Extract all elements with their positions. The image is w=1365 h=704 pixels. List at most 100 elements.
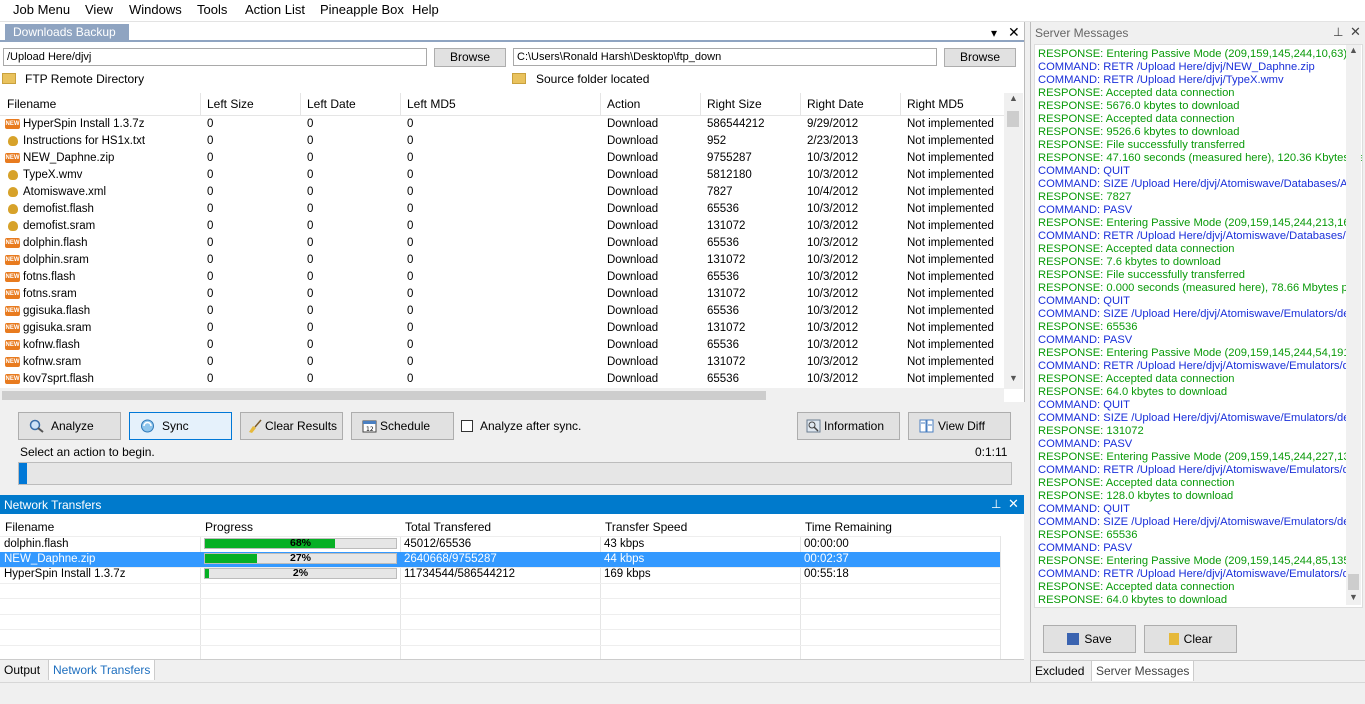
nt-col-total[interactable]: Total Transfered xyxy=(405,520,491,534)
transfer-remaining: 00:00:00 xyxy=(804,538,849,550)
table-row[interactable]: NEW kofnw.sram 0 0 0 Download 131072 10/3/2012 N… xyxy=(0,354,1004,371)
cell-ls: 0 xyxy=(207,169,214,181)
col-left-md5[interactable]: Left MD5 xyxy=(407,97,456,111)
scroll-down-icon[interactable]: ▼ xyxy=(1349,592,1358,602)
pin-icon[interactable]: ⊥ xyxy=(991,497,1001,511)
pineapple-icon xyxy=(8,187,18,197)
sync-button[interactable]: Sync xyxy=(129,412,232,440)
scroll-thumb[interactable] xyxy=(1007,111,1019,127)
pin-icon[interactable]: ⊥ xyxy=(1333,25,1343,39)
table-row[interactable]: TypeX.wmv 0 0 0 Download 5812180 10/3/2012 Not … xyxy=(0,167,1004,184)
new-file-icon: NEW xyxy=(5,272,20,282)
table-row[interactable]: NEW ggisuka.sram 0 0 0 Download 131072 10/3/201… xyxy=(0,320,1004,337)
table-row[interactable]: NEW ggisuka.flash 0 0 0 Download 65536 10/3/201… xyxy=(0,303,1004,320)
close-icon[interactable]: ✕ xyxy=(1350,24,1361,40)
log-response-line: RESPONSE: 65536 xyxy=(1038,529,1138,541)
local-browse-button[interactable]: Browse xyxy=(944,48,1016,67)
scroll-thumb[interactable] xyxy=(1348,574,1359,590)
table-row[interactable]: NEW fotns.sram 0 0 0 Download 131072 10/3/2012 N… xyxy=(0,286,1004,303)
cell-rd: 10/3/2012 xyxy=(807,203,859,215)
table-row[interactable]: NEW NEW_Daphne.zip 0 0 0 Download 9755287 10/3/… xyxy=(0,150,1004,167)
cell-ls: 0 xyxy=(207,271,214,283)
server-messages-title: Server Messages xyxy=(1035,26,1129,40)
col-filename[interactable]: Filename xyxy=(7,97,56,111)
tab-server-messages[interactable]: Server Messages xyxy=(1091,661,1195,681)
col-left-size[interactable]: Left Size xyxy=(207,97,254,111)
tab-output[interactable]: Output xyxy=(0,660,44,680)
transfer-row[interactable]: HyperSpin Install 1.3.7z 2% 11734544/58654… xyxy=(0,567,1000,582)
table-row[interactable]: demofist.sram 0 0 0 Download 131072 10/3/2012 N… xyxy=(0,218,1004,235)
menu-view[interactable]: View xyxy=(85,2,113,17)
col-right-md5[interactable]: Right MD5 xyxy=(907,97,964,111)
menu-help[interactable]: Help xyxy=(412,2,439,17)
new-file-icon: NEW xyxy=(5,238,20,248)
network-transfers-title: Network Transfers xyxy=(4,498,102,512)
cell-lm: 0 xyxy=(407,305,414,317)
table-row[interactable]: NEW HyperSpin Install 1.3.7z 0 0 0 Download 58… xyxy=(0,116,1004,133)
col-left-date[interactable]: Left Date xyxy=(307,97,356,111)
log-scrollbar[interactable]: ▲ ▼ xyxy=(1346,45,1361,605)
cell-lm: 0 xyxy=(407,237,414,249)
transfer-total: 11734544/586544212 xyxy=(404,568,516,580)
table-row[interactable]: NEW fotns.flash 0 0 0 Download 65536 10/3/2012 N… xyxy=(0,269,1004,286)
schedule-button[interactable]: 12 Schedule xyxy=(351,412,454,440)
information-button[interactable]: Information xyxy=(797,412,900,440)
local-path-input[interactable] xyxy=(513,48,937,66)
cell-name: ggisuka.sram xyxy=(23,322,92,334)
cell-ld: 0 xyxy=(307,169,314,181)
remote-path-input[interactable] xyxy=(3,48,427,66)
table-row[interactable]: NEW kofnw.flash 0 0 0 Download 65536 10/3/2012 N… xyxy=(0,337,1004,354)
server-log[interactable]: RESPONSE: Entering Passive Mode (209,159… xyxy=(1034,44,1363,608)
menu-job[interactable]: Job Menu xyxy=(13,2,70,17)
col-right-size[interactable]: Right Size xyxy=(707,97,762,111)
cell-rs: 65536 xyxy=(707,271,739,283)
elapsed-time: 0:1:11 xyxy=(975,445,1008,459)
tab-network-transfers[interactable]: Network Transfers xyxy=(48,660,156,680)
menu-tools[interactable]: Tools xyxy=(197,2,227,17)
nt-col-speed[interactable]: Transfer Speed xyxy=(605,520,687,534)
col-right-date[interactable]: Right Date xyxy=(807,97,864,111)
hscroll-thumb[interactable] xyxy=(2,391,766,400)
cell-rs: 952 xyxy=(707,135,727,147)
col-action[interactable]: Action xyxy=(607,97,640,111)
clear-results-button[interactable]: Clear Results xyxy=(240,412,343,440)
scroll-up-icon[interactable]: ▲ xyxy=(1009,93,1018,103)
grid-vertical-scrollbar[interactable]: ▲ ▼ xyxy=(1004,93,1023,389)
scroll-up-icon[interactable]: ▲ xyxy=(1349,45,1358,55)
close-icon[interactable]: ✕ xyxy=(1008,25,1020,39)
cell-action: Download xyxy=(607,254,659,266)
nt-col-filename[interactable]: Filename xyxy=(5,520,54,534)
transfer-row[interactable]: NEW_Daphne.zip 27% 2640668/9755287 44 kbps 0… xyxy=(0,552,1000,567)
cell-name: Instructions for HS1x.txt xyxy=(23,135,146,147)
nt-col-remaining[interactable]: Time Remaining xyxy=(805,520,892,534)
menu-pineapple-box[interactable]: Pineapple Box xyxy=(320,2,404,17)
scroll-down-icon[interactable]: ▼ xyxy=(1009,373,1018,383)
table-row[interactable]: NEW kov7sprt.flash 0 0 0 Download 65536 10/3/20… xyxy=(0,371,1004,388)
table-row[interactable]: demofist.flash 0 0 0 Download 65536 10/3/2012 N… xyxy=(0,201,1004,218)
transfer-row[interactable]: dolphin.flash 68% 45012/65536 43 kbps 00:00:… xyxy=(0,537,1000,552)
table-row[interactable]: NEW dolphin.flash 0 0 0 Download 65536 10/3/201… xyxy=(0,235,1004,252)
analyze-button[interactable]: Analyze xyxy=(18,412,121,440)
close-icon[interactable]: ✕ xyxy=(1008,496,1019,512)
cell-ls: 0 xyxy=(207,339,214,351)
analyze-label: Analyze xyxy=(51,419,94,433)
pineapple-icon xyxy=(8,136,18,146)
new-file-icon: NEW xyxy=(5,340,20,350)
table-row[interactable]: Instructions for HS1x.txt 0 0 0 Download 952 2… xyxy=(0,133,1004,150)
menu-windows[interactable]: Windows xyxy=(129,2,182,17)
nt-col-progress[interactable]: Progress xyxy=(205,520,253,534)
tab-downloads-backup[interactable]: Downloads Backup xyxy=(5,24,129,40)
table-row[interactable]: NEW dolphin.sram 0 0 0 Download 131072 10/3/201… xyxy=(0,252,1004,269)
remote-browse-button[interactable]: Browse xyxy=(434,48,506,67)
tab-excluded[interactable]: Excluded xyxy=(1031,661,1088,681)
cell-ls: 0 xyxy=(207,373,214,385)
view-diff-button[interactable]: View Diff xyxy=(908,412,1011,440)
table-row[interactable]: Atomiswave.xml 0 0 0 Download 7827 10/4/2012 No… xyxy=(0,184,1004,201)
action-status-text: Select an action to begin. xyxy=(20,445,155,459)
clear-button[interactable]: Clear xyxy=(1144,625,1237,653)
dropdown-icon[interactable]: ▾ xyxy=(991,26,997,40)
analyze-after-sync-checkbox[interactable] xyxy=(461,420,473,432)
save-button[interactable]: Save xyxy=(1043,625,1136,653)
menu-action-list[interactable]: Action List xyxy=(245,2,305,17)
grid-horizontal-scrollbar[interactable] xyxy=(0,388,1004,403)
